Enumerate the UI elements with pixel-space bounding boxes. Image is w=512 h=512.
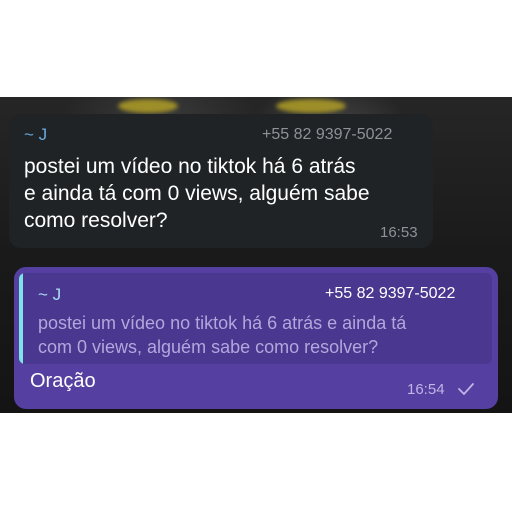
sender-name[interactable]: ~ J <box>24 125 47 145</box>
quote-line-2: com 0 views, alguém sabe como resolver? <box>38 337 379 357</box>
quote-sender-name: ~ J <box>38 285 62 304</box>
quote-accent-bar <box>19 273 23 364</box>
incoming-message-bubble[interactable]: ~ J +55 82 9397-5022 postei um vídeo no … <box>9 114 433 248</box>
message-line-1: postei um vídeo no tiktok há 6 atrás <box>24 155 356 178</box>
sender-phone: +55 82 9397-5022 <box>262 126 393 143</box>
reply-time: 16:54 <box>407 381 445 398</box>
message-time: 16:53 <box>380 224 418 241</box>
reply-quote[interactable]: ~ J +55 82 9397-5022 postei um vídeo no … <box>19 273 492 364</box>
message-line-3: como resolver? <box>24 209 168 232</box>
reply-message-text: Oração <box>30 370 96 392</box>
chat-area: ~ J +55 82 9397-5022 postei um vídeo no … <box>0 97 512 413</box>
outgoing-message-bubble[interactable]: ~ J +55 82 9397-5022 postei um vídeo no … <box>14 267 498 409</box>
check-icon <box>458 383 474 395</box>
wallpaper-glow-right <box>276 99 346 113</box>
quote-line-1: postei um vídeo no tiktok há 6 atrás e a… <box>38 313 407 333</box>
wallpaper-glow-left <box>118 99 178 113</box>
quote-sender-phone: +55 82 9397-5022 <box>325 285 456 302</box>
message-line-2: e ainda tá com 0 views, alguém sabe <box>24 182 370 205</box>
